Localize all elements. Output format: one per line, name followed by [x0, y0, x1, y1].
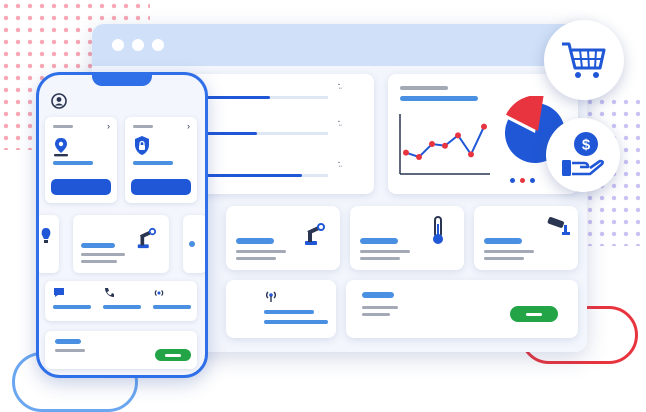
- device-card-camera[interactable]: [474, 206, 578, 270]
- window-dot-2: [132, 39, 144, 51]
- location-card[interactable]: ›: [45, 117, 117, 203]
- device-title-bar: [360, 238, 398, 244]
- device-title-bar: [236, 238, 274, 244]
- phone-device-peek-right[interactable]: [183, 215, 205, 273]
- security-action-button[interactable]: [131, 179, 191, 195]
- quick-action-bar-call: [103, 305, 141, 309]
- line-chart: [399, 114, 490, 175]
- progress-unit-2: ·̤: [338, 119, 341, 126]
- series-point: [468, 151, 474, 158]
- chart-subtitle-line: [400, 96, 478, 101]
- device-detail-line: [236, 257, 276, 260]
- chat-icon[interactable]: [53, 287, 65, 298]
- phone-status-action-button[interactable]: [155, 349, 191, 361]
- quick-action-bar-signal: [153, 305, 191, 309]
- security-card[interactable]: ›: [125, 117, 197, 203]
- progress-track-2: [198, 132, 328, 135]
- status-action-button[interactable]: [510, 306, 558, 322]
- phone-call-icon[interactable]: [103, 287, 115, 299]
- phone-device-peek-left[interactable]: [39, 215, 59, 273]
- phone-notch: [92, 75, 152, 86]
- legend-dot-3: [530, 178, 535, 183]
- device-detail-line: [484, 250, 534, 253]
- lock-shield-icon: [135, 136, 149, 155]
- chart-title-line: [400, 86, 448, 90]
- phone-status-card[interactable]: [45, 331, 197, 369]
- signal-bar: [264, 310, 314, 314]
- location-pin-icon: [54, 138, 68, 157]
- status-title-bar: [362, 292, 394, 298]
- dollar-hand-icon: $: [562, 132, 604, 176]
- card-value-bar: [133, 161, 173, 165]
- device-detail-line: [81, 260, 117, 263]
- card-value-bar: [53, 161, 93, 165]
- lightbulb-icon: [41, 228, 51, 243]
- device-detail-line: [360, 250, 410, 253]
- robot-arm-icon: [305, 223, 325, 245]
- device-title-bar: [484, 238, 522, 244]
- device-detail-line: [360, 257, 400, 260]
- antenna-signal-icon: [266, 291, 276, 302]
- series-point: [403, 149, 409, 156]
- status-detail-line: [362, 306, 398, 309]
- chart-card: [388, 74, 578, 194]
- progress-fill-3: [198, 174, 302, 177]
- progress-card: ·̤ ·̤ ·̤: [192, 74, 374, 194]
- chevron-right-icon: ›: [107, 121, 110, 131]
- series-point: [442, 142, 448, 149]
- card-title-line: [133, 125, 153, 128]
- window-dot-1: [112, 39, 124, 51]
- progress-unit-3: ·̤: [338, 160, 341, 167]
- device-detail-line: [81, 253, 125, 256]
- device-detail-line: [484, 257, 524, 260]
- card-title-line: [53, 125, 73, 128]
- device-detail-line: [236, 250, 286, 253]
- series-point: [429, 141, 435, 147]
- device-card-robot[interactable]: [226, 206, 340, 270]
- phone-device-card-robot[interactable]: [73, 215, 169, 273]
- status-detail-line: [362, 313, 390, 316]
- shopping-cart-icon: [562, 42, 606, 78]
- mobile-app-mockup: › ›: [36, 72, 208, 378]
- device-title-bar: [81, 243, 115, 248]
- status-dot: [189, 241, 195, 247]
- robot-arm-icon: [137, 227, 157, 249]
- signal-bar: [264, 320, 328, 324]
- svg-text:$: $: [582, 137, 591, 154]
- window-dot-3: [152, 39, 164, 51]
- user-avatar-icon[interactable]: [51, 93, 67, 109]
- progress-unit-1: ·̤: [338, 82, 341, 89]
- security-camera-icon: [547, 217, 570, 235]
- status-detail-line: [55, 349, 85, 352]
- legend-dot-2: [520, 178, 525, 183]
- progress-track-3: [198, 174, 328, 177]
- series-point: [416, 154, 422, 160]
- quick-action-bar-chat: [53, 305, 91, 309]
- series-point: [481, 123, 487, 130]
- location-action-button[interactable]: [51, 179, 111, 195]
- quick-actions-card: [45, 281, 197, 321]
- thermometer-icon: [433, 216, 443, 244]
- series-point: [455, 132, 461, 139]
- status-card[interactable]: [346, 280, 578, 338]
- window-titlebar: [92, 24, 587, 66]
- status-title-bar: [55, 339, 81, 344]
- antenna-signal-icon[interactable]: [153, 287, 165, 299]
- chevron-right-icon: ›: [187, 121, 190, 131]
- signal-card[interactable]: [226, 280, 336, 338]
- device-card-thermo[interactable]: [350, 206, 464, 270]
- legend-dot-1: [510, 178, 515, 183]
- cart-button[interactable]: [544, 20, 624, 100]
- progress-track-1: [198, 96, 328, 99]
- progress-fill-1: [198, 96, 270, 99]
- payment-button[interactable]: $: [546, 118, 620, 192]
- pie-legend: [510, 178, 550, 184]
